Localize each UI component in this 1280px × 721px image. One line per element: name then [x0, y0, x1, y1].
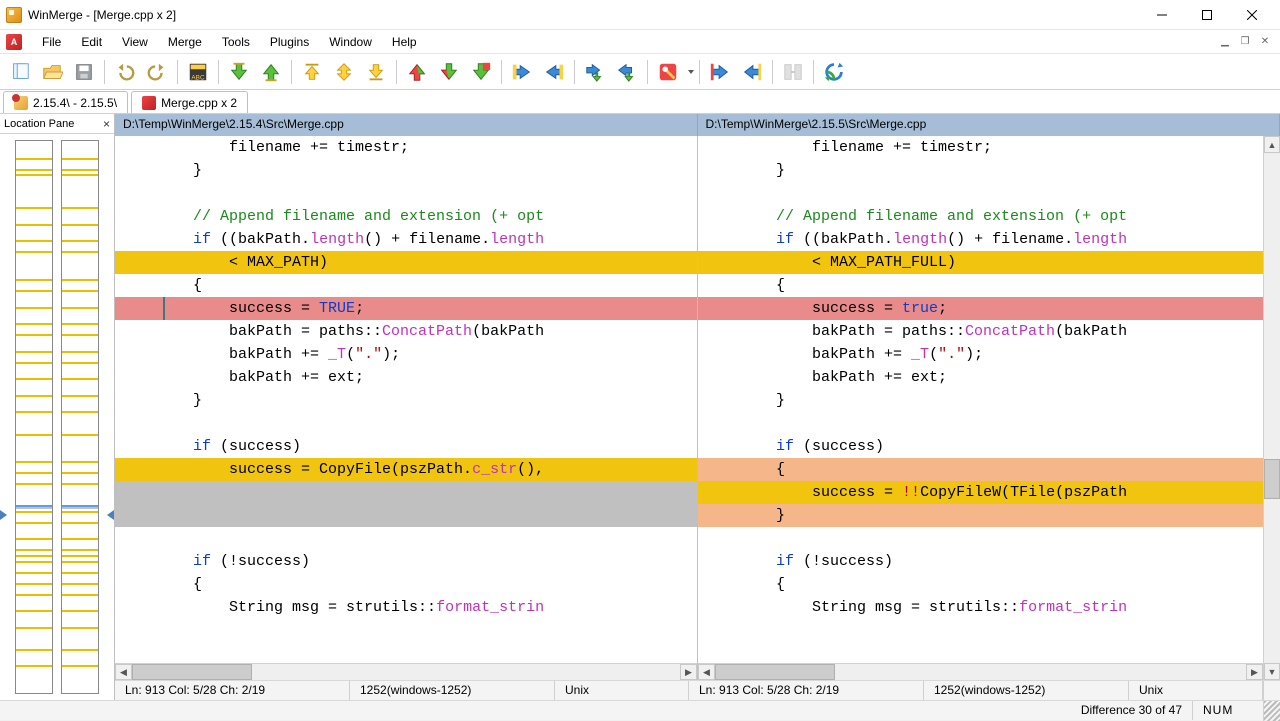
right-encoding: 1252(windows-1252) [924, 681, 1129, 700]
next-diff-red-button[interactable] [402, 57, 432, 87]
scroll-thumb[interactable] [715, 664, 835, 680]
mdi-restore-icon[interactable]: ❐ [1236, 33, 1254, 51]
file-icon [142, 96, 156, 110]
vertical-scrollbar[interactable]: ▲ ▼ [1263, 136, 1280, 680]
left-pane: filename += timestr; } // Append filenam… [115, 136, 698, 680]
save-button[interactable] [69, 57, 99, 87]
title-bar: WinMerge - [Merge.cpp x 2] [0, 0, 1280, 30]
copy-left-advance-button[interactable] [612, 57, 642, 87]
menu-merge[interactable]: Merge [158, 32, 212, 52]
right-file-path: D:\Temp\WinMerge\2.15.5\Src\Merge.cpp [698, 114, 1280, 136]
location-pane-body[interactable] [0, 134, 114, 700]
current-diff-button[interactable] [329, 57, 359, 87]
scroll-up-icon[interactable]: ▲ [1264, 136, 1280, 153]
last-diff-button[interactable] [361, 57, 391, 87]
path-bar: D:\Temp\WinMerge\2.15.4\Src\Merge.cpp D:… [115, 114, 1280, 136]
tab-label: Merge.cpp x 2 [161, 96, 237, 110]
resize-grip[interactable] [1263, 701, 1280, 721]
menu-bar: File Edit View Merge Tools Plugins Windo… [0, 30, 1280, 54]
toolbar: ABC [0, 54, 1280, 90]
left-horizontal-scrollbar[interactable]: ◀ ▶ [115, 663, 697, 680]
next-diff-button[interactable] [224, 57, 254, 87]
right-eol: Unix [1129, 681, 1263, 700]
diff-counter: Difference 30 of 47 [1071, 701, 1193, 720]
merge-button[interactable] [778, 57, 808, 87]
mdi-close-icon[interactable]: ✕ [1256, 33, 1274, 51]
scroll-thumb[interactable] [1264, 459, 1280, 499]
location-pane: Location Pane × [0, 114, 115, 700]
scroll-thumb[interactable] [132, 664, 252, 680]
right-pane: filename += timestr; } // Append filenam… [698, 136, 1280, 680]
new-button[interactable] [5, 57, 35, 87]
global-status-bar: Difference 30 of 47 NUM [0, 700, 1280, 720]
options-button[interactable] [653, 57, 683, 87]
copy-right-advance-button[interactable] [580, 57, 610, 87]
all-left-button[interactable] [737, 57, 767, 87]
location-pane-title-bar: Location Pane × [0, 114, 114, 134]
left-position: Ln: 913 Col: 5/28 Ch: 2/19 [115, 681, 350, 700]
location-column-left[interactable] [15, 140, 53, 694]
location-pane-title: Location Pane [4, 118, 74, 130]
location-column-right[interactable] [61, 140, 99, 694]
menu-view[interactable]: View [112, 32, 158, 52]
scroll-left-icon[interactable]: ◀ [698, 664, 715, 680]
menu-tools[interactable]: Tools [212, 32, 260, 52]
next-conflict-button[interactable] [466, 57, 496, 87]
workspace: Location Pane × D:\Temp\WinMerge\2.15.4\… [0, 114, 1280, 700]
right-position: Ln: 913 Col: 5/28 Ch: 2/19 [689, 681, 924, 700]
right-horizontal-scrollbar[interactable]: ◀ ▶ [698, 663, 1263, 680]
copy-right-button[interactable] [507, 57, 537, 87]
location-arrow-left-icon [0, 510, 7, 520]
tab-file-compare[interactable]: Merge.cpp x 2 [131, 91, 248, 113]
left-file-path: D:\Temp\WinMerge\2.15.4\Src\Merge.cpp [115, 114, 698, 136]
num-lock-indicator: NUM [1193, 701, 1263, 720]
scroll-right-icon[interactable]: ▶ [1246, 664, 1263, 680]
window-title: WinMerge - [Merge.cpp x 2] [28, 8, 176, 22]
refresh-button[interactable] [819, 57, 849, 87]
prev-diff-red-button[interactable] [434, 57, 464, 87]
folder-icon [14, 96, 28, 110]
location-arrow-right-icon [107, 510, 114, 520]
minimize-button[interactable] [1139, 0, 1184, 30]
prev-diff-button[interactable] [256, 57, 286, 87]
doc-icon [6, 34, 22, 50]
diff-area: D:\Temp\WinMerge\2.15.4\Src\Merge.cpp D:… [115, 114, 1280, 700]
compare-button[interactable]: ABC [183, 57, 213, 87]
maximize-button[interactable] [1184, 0, 1229, 30]
mdi-minimize-icon[interactable]: ▁ [1216, 33, 1234, 51]
svg-text:ABC: ABC [191, 74, 205, 81]
left-code-view[interactable]: filename += timestr; } // Append filenam… [115, 136, 697, 663]
redo-button[interactable] [142, 57, 172, 87]
right-code-view[interactable]: filename += timestr; } // Append filenam… [698, 136, 1263, 663]
left-encoding: 1252(windows-1252) [350, 681, 555, 700]
scroll-down-icon[interactable]: ▼ [1264, 663, 1280, 680]
menu-edit[interactable]: Edit [71, 32, 112, 52]
dropdown-icon[interactable] [687, 61, 695, 83]
open-button[interactable] [37, 57, 67, 87]
scroll-right-icon[interactable]: ▶ [680, 664, 697, 680]
scroll-left-icon[interactable]: ◀ [115, 664, 132, 680]
close-icon[interactable]: × [103, 117, 110, 131]
copy-left-button[interactable] [539, 57, 569, 87]
app-icon [6, 7, 22, 23]
tab-folder-compare[interactable]: 2.15.4\ - 2.15.5\ [3, 91, 128, 113]
undo-button[interactable] [110, 57, 140, 87]
close-button[interactable] [1229, 0, 1274, 30]
all-right-button[interactable] [705, 57, 735, 87]
document-tab-strip: 2.15.4\ - 2.15.5\ Merge.cpp x 2 [0, 90, 1280, 114]
first-diff-button[interactable] [297, 57, 327, 87]
left-eol: Unix [555, 681, 689, 700]
pane-status-bar: Ln: 913 Col: 5/28 Ch: 2/19 1252(windows-… [115, 680, 1280, 700]
menu-file[interactable]: File [32, 32, 71, 52]
menu-window[interactable]: Window [319, 32, 382, 52]
tab-label: 2.15.4\ - 2.15.5\ [33, 96, 117, 110]
menu-help[interactable]: Help [382, 32, 427, 52]
menu-plugins[interactable]: Plugins [260, 32, 319, 52]
